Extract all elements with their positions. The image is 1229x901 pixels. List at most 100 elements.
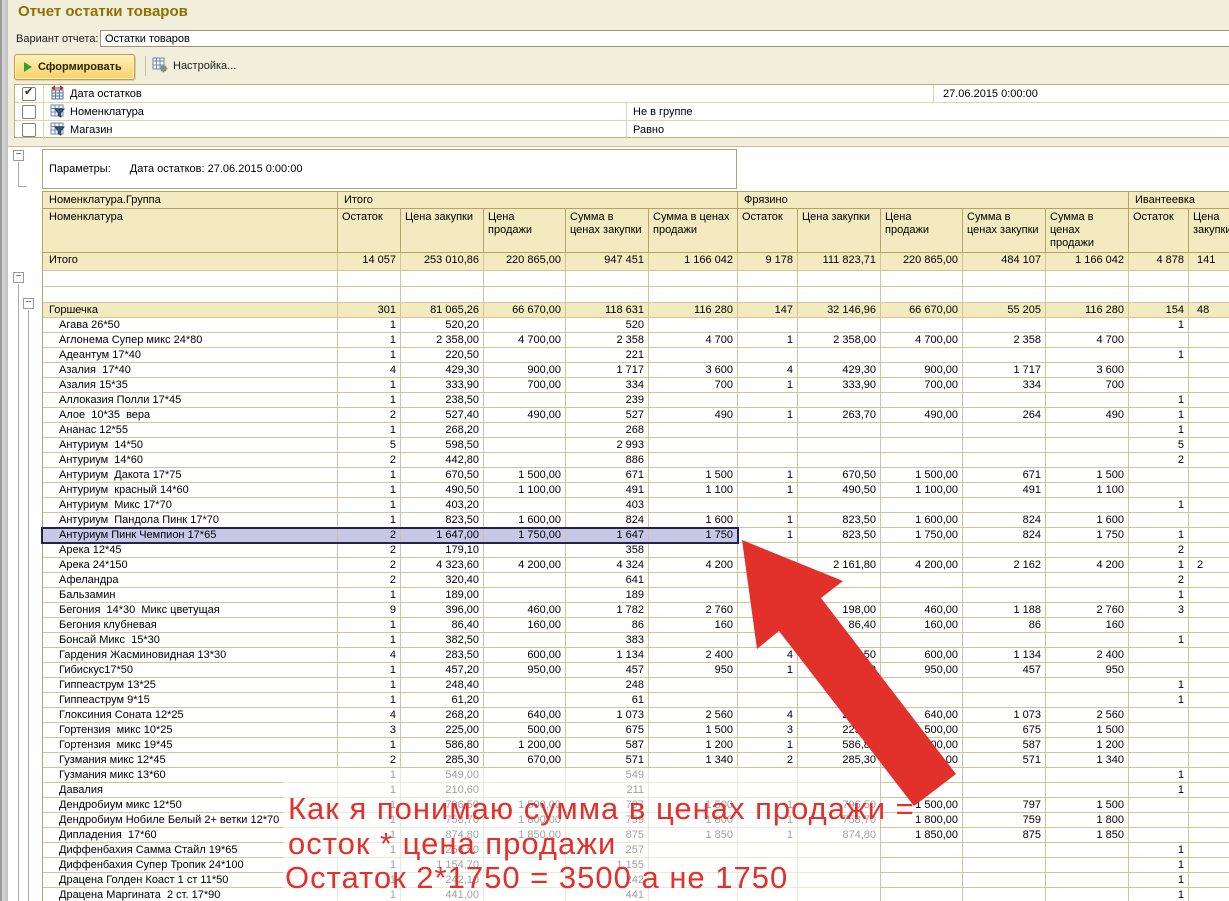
value-cell[interactable]: 4 324 [566,558,649,573]
item-name-cell[interactable]: Арека 12*45 [43,543,338,558]
table-row[interactable]: Бальзамин1189,001891 [43,588,1229,603]
value-cell[interactable] [1046,588,1129,603]
settings-button[interactable]: Настройка... [152,56,236,76]
value-cell[interactable] [1129,753,1189,768]
value-cell[interactable] [1129,271,1189,287]
value-cell[interactable]: 283,50 [401,648,484,663]
value-cell[interactable] [649,678,738,693]
selected-row[interactable]: Антуриум Пинк Чемпион 17*6521 647,001 75… [43,528,1229,543]
value-cell[interactable]: 9 178 [738,253,798,271]
value-cell[interactable]: 1 500 [1046,723,1129,738]
value-cell[interactable]: 823,50 [401,513,484,528]
value-cell[interactable] [738,573,798,588]
value-cell[interactable] [484,573,566,588]
value-cell[interactable]: 2 162 [963,558,1046,573]
value-cell[interactable]: 527,40 [401,408,484,423]
value-cell[interactable]: 220 865,00 [881,253,963,271]
value-cell[interactable]: 403 [566,498,649,513]
value-cell[interactable]: 61 [566,693,649,708]
value-cell[interactable]: 824 [963,528,1046,543]
value-cell[interactable]: 2 [1129,453,1189,468]
value-cell[interactable] [738,348,798,363]
value-cell[interactable]: 1 [1129,528,1189,543]
value-cell[interactable] [881,348,963,363]
value-cell[interactable] [1189,828,1229,843]
blank-row[interactable] [43,287,1229,303]
measure-header[interactable]: Цена продажи [484,209,566,253]
value-cell[interactable] [963,318,1046,333]
table-row[interactable]: Антуриум Дакота 17*751670,501 500,006711… [43,468,1229,483]
value-cell[interactable]: 1 [338,618,401,633]
value-cell[interactable]: 3 [338,723,401,738]
value-cell[interactable]: 4 878 [1129,253,1189,271]
table-row[interactable]: Гибискус17*501457,20950,004579501457,209… [43,663,1229,678]
value-cell[interactable] [738,271,798,287]
value-cell[interactable] [1189,271,1229,287]
value-cell[interactable] [1189,618,1229,633]
value-cell[interactable]: 3 [1129,603,1189,618]
value-cell[interactable] [1189,768,1229,783]
value-cell[interactable]: 1 500 [1046,798,1129,813]
value-cell[interactable] [484,318,566,333]
value-cell[interactable] [1189,498,1229,513]
item-name-cell[interactable]: Глоксиния Соната 12*25 [43,708,338,723]
value-cell[interactable] [1129,648,1189,663]
value-cell[interactable]: 5 [338,438,401,453]
value-cell[interactable]: 2 760 [649,603,738,618]
value-cell[interactable]: 1 750,00 [881,528,963,543]
value-cell[interactable]: 2 400 [649,648,738,663]
value-cell[interactable]: 598,50 [401,438,484,453]
value-cell[interactable] [1129,468,1189,483]
value-cell[interactable]: 1 [1129,393,1189,408]
item-name-cell[interactable]: Алое 10*35 вера [43,408,338,423]
value-cell[interactable] [738,543,798,558]
value-cell[interactable]: 1 500,00 [881,468,963,483]
value-cell[interactable]: 283,50 [798,648,881,663]
value-cell[interactable]: 675 [963,723,1046,738]
item-name-cell[interactable]: Итого [43,253,338,271]
value-cell[interactable]: 264 [963,408,1046,423]
value-cell[interactable] [963,271,1046,287]
value-cell[interactable]: 1 [738,618,798,633]
value-cell[interactable] [1046,348,1129,363]
value-cell[interactable] [881,573,963,588]
value-cell[interactable]: 457 [566,663,649,678]
item-name-cell[interactable]: Гардения Жасминовидная 13*30 [43,648,338,663]
value-cell[interactable]: 1 [1129,843,1189,858]
value-cell[interactable]: 1 750 [1046,528,1129,543]
value-cell[interactable]: 1 100,00 [881,483,963,498]
value-cell[interactable]: 4 [338,648,401,663]
table-row[interactable]: Гортензия микс 10*253225,00500,006751 50… [43,723,1229,738]
table-row[interactable]: Алое 10*35 вера2527,40490,005274901263,7… [43,408,1229,423]
value-cell[interactable]: 1 200,00 [484,738,566,753]
value-cell[interactable]: 268 [566,423,649,438]
value-cell[interactable]: 1 [338,498,401,513]
item-name-cell[interactable]: Арека 24*150 [43,558,338,573]
table-row[interactable]: Аглонема Супер микс 24*8012 358,004 700,… [43,333,1229,348]
value-cell[interactable]: 950,00 [881,663,963,678]
item-name-cell[interactable]: Азалия 17*40 [43,363,338,378]
table-row[interactable]: Азалия 17*404429,30900,001 7173 6004429,… [43,363,1229,378]
value-cell[interactable]: 1 [338,468,401,483]
item-name-cell[interactable]: Азалия 15*35 [43,378,338,393]
value-cell[interactable]: 6 [738,603,798,618]
value-cell[interactable]: 154 [1129,303,1189,318]
value-cell[interactable]: 111 823,71 [798,253,881,271]
value-cell[interactable] [963,768,1046,783]
item-name-cell[interactable]: Гибискус17*50 [43,663,338,678]
value-cell[interactable] [738,287,798,303]
value-cell[interactable] [1189,348,1229,363]
filter-value[interactable]: 27.06.2015 0:00:00 [933,85,1038,102]
item-name-cell[interactable]: Бегония клубневая [43,618,338,633]
value-cell[interactable] [798,348,881,363]
value-cell[interactable] [1189,453,1229,468]
value-cell[interactable]: 263,70 [798,408,881,423]
table-row[interactable]: Арека 12*452179,103582 [43,543,1229,558]
table-row[interactable]: Аллоказия Полли 17*451238,502391 [43,393,1229,408]
value-cell[interactable] [963,588,1046,603]
value-cell[interactable]: 457 [963,663,1046,678]
value-cell[interactable] [1129,483,1189,498]
value-cell[interactable] [738,438,798,453]
value-cell[interactable]: 268,20 [798,708,881,723]
value-cell[interactable] [881,318,963,333]
